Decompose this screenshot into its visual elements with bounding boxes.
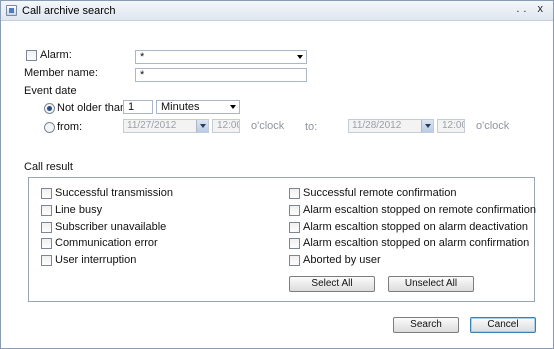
result-label: Alarm escaltion stopped on alarm confirm… [303,237,530,249]
alarm-label: Alarm: [40,49,72,61]
search-button[interactable]: Search [393,317,459,333]
alarm-select[interactable]: * [135,50,307,64]
result-label: Alarm escaltion stopped on remote confir… [303,204,536,216]
from-radio[interactable] [44,122,55,133]
result-checkbox[interactable] [41,238,52,249]
result-label: Line busy [55,204,103,216]
result-label: Successful transmission [55,187,173,199]
member-name-label: Member name: [24,67,98,79]
result-label: Successful remote confirmation [303,187,457,199]
call-archive-search-dialog: Call archive search .. x Alarm: * Member… [0,0,554,349]
result-label: Subscriber unavailable [55,221,167,233]
result-label: Communication error [55,237,158,249]
calendar-dropdown-icon[interactable] [421,120,433,132]
calendar-dropdown-icon[interactable] [196,120,208,132]
result-checkbox[interactable] [41,188,52,199]
alarm-checkbox[interactable] [26,50,37,61]
end-time-input[interactable]: 12:00 [437,119,465,133]
not-older-than-radio[interactable] [44,103,55,114]
window-title: Call archive search [22,5,116,17]
cancel-button[interactable]: Cancel [470,317,536,333]
alarm-select-value: * [140,51,145,63]
result-checkbox[interactable] [41,222,52,233]
from-label: from: [57,121,83,133]
chevron-down-icon [297,55,303,59]
unselect-all-button[interactable]: Unselect All [388,276,474,292]
result-checkbox[interactable] [289,205,300,216]
result-checkbox[interactable] [289,238,300,249]
to-label: to: [305,121,318,133]
chevron-down-icon [230,105,236,109]
result-label: User interruption [55,254,137,266]
call-result-heading: Call result [24,161,73,173]
result-label: Alarm escaltion stopped on alarm deactiv… [303,221,529,233]
start-date-value: 11/27/2012 [127,120,177,131]
time-unit-value: Minutes [161,101,200,113]
member-name-input[interactable]: * [135,68,307,82]
minimize-icon[interactable]: .. [516,3,530,15]
title-bar: Call archive search .. x [1,1,553,21]
oclock-label-1: o'clock [251,120,285,132]
oclock-label-2: o'clock [476,120,510,132]
time-unit-select[interactable]: Minutes [156,100,240,114]
result-checkbox[interactable] [41,255,52,266]
window-controls: .. x [516,3,547,15]
not-older-value-input[interactable]: 1 [123,100,153,114]
window-icon [6,5,17,16]
result-checkbox[interactable] [41,205,52,216]
start-time-input[interactable]: 12:00 [212,119,240,133]
end-date-value: 11/28/2012 [352,120,402,131]
result-checkbox[interactable] [289,188,300,199]
end-date-picker[interactable]: 11/28/2012 [348,119,434,133]
result-checkbox[interactable] [289,222,300,233]
result-checkbox[interactable] [289,255,300,266]
close-icon[interactable]: x [538,3,548,15]
start-date-picker[interactable]: 11/27/2012 [123,119,209,133]
result-label: Aborted by user [303,254,381,266]
select-all-button[interactable]: Select All [289,276,375,292]
not-older-than-label: Not older than: [57,102,130,114]
event-date-heading: Event date [24,85,77,97]
